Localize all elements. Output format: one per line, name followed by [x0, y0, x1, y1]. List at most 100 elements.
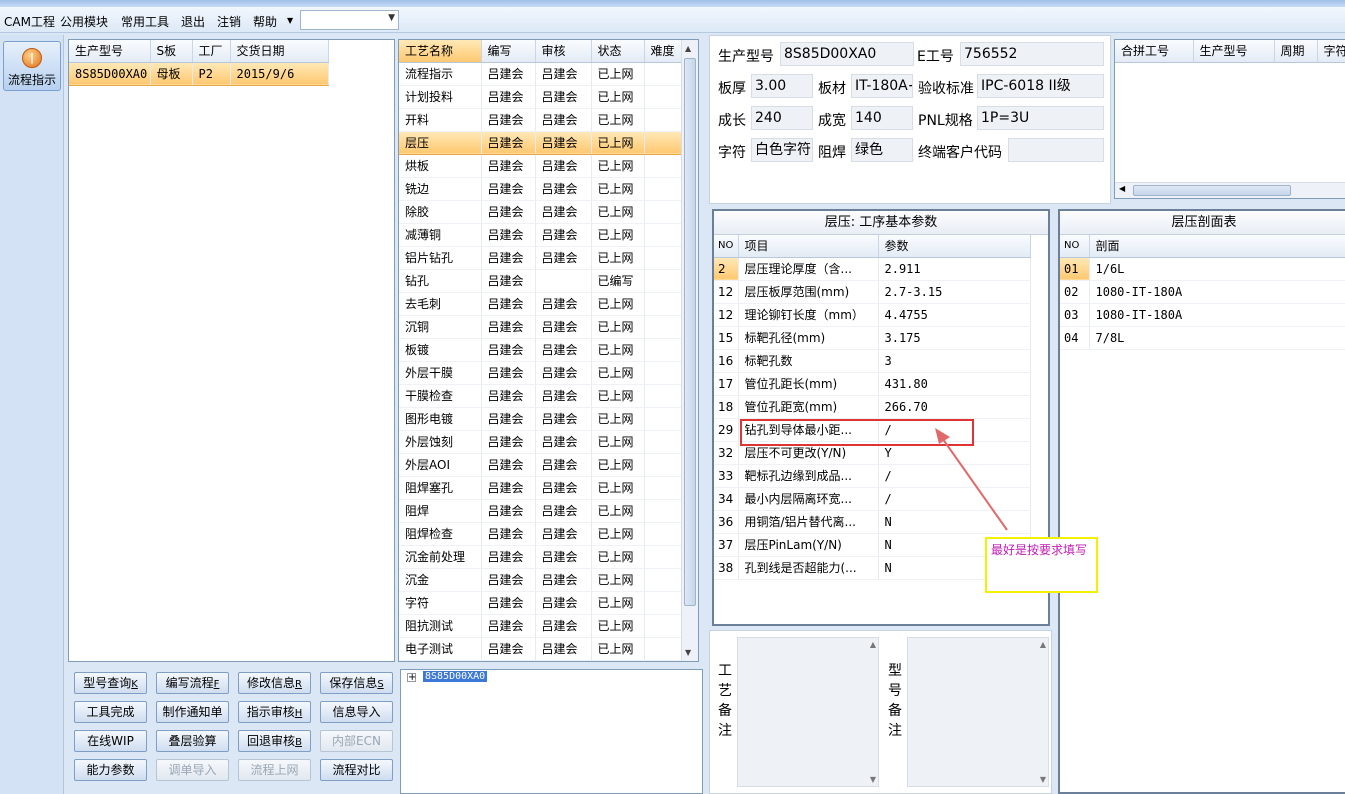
cell-param-no[interactable]: 12: [714, 280, 739, 304]
cell-difficulty[interactable]: [644, 614, 682, 638]
cell-reviewer[interactable]: 吕建会: [535, 108, 592, 132]
cell-writer[interactable]: 吕建会: [481, 292, 536, 316]
mask-field[interactable]: 绿色: [851, 138, 913, 162]
cell-status[interactable]: 已上网: [591, 338, 645, 362]
cell-param-item[interactable]: 最小内层隔离环宽...: [738, 487, 879, 511]
cell-difficulty[interactable]: [644, 154, 682, 178]
cell-writer[interactable]: 吕建会: [481, 338, 536, 362]
cell-reviewer[interactable]: 吕建会: [535, 223, 592, 247]
cell-param-no[interactable]: 37: [714, 533, 739, 557]
scroll-up-icon[interactable]: ▲: [1040, 640, 1046, 649]
cell-reviewer[interactable]: 吕建会: [535, 430, 592, 454]
cell-reviewer[interactable]: 吕建会: [535, 315, 592, 339]
cell-writer[interactable]: 吕建会: [481, 361, 536, 385]
action-button-4[interactable]: 工具完成: [74, 701, 147, 723]
cell-param-value[interactable]: 2.7-3.15: [878, 280, 1031, 304]
table-row[interactable]: 2 层压理论厚度（含... 2.911: [714, 257, 1031, 281]
scroll-up-icon[interactable]: ▲: [870, 640, 876, 649]
cell-writer[interactable]: 吕建会: [481, 269, 536, 293]
cell-process[interactable]: 开料: [399, 108, 482, 132]
col-header-stack-section[interactable]: 剖面: [1089, 235, 1345, 258]
cell-delivery[interactable]: 2015/9/6: [230, 62, 329, 86]
cell-difficulty[interactable]: [644, 338, 682, 362]
cell-stack-no[interactable]: 03: [1060, 303, 1090, 327]
table-row[interactable]: 沉铜 吕建会 吕建会 已上网: [399, 315, 682, 339]
cell-difficulty[interactable]: [644, 591, 682, 615]
table-row[interactable]: 阻抗测试 吕建会 吕建会 已上网: [399, 614, 682, 638]
cell-difficulty[interactable]: [644, 131, 682, 155]
cell-writer[interactable]: 吕建会: [481, 453, 536, 477]
cell-writer[interactable]: 吕建会: [481, 223, 536, 247]
cell-param-item[interactable]: 层压PinLam(Y/N): [738, 533, 879, 557]
cell-reviewer[interactable]: 吕建会: [535, 361, 592, 385]
cell-param-no[interactable]: 17: [714, 372, 739, 396]
cell-writer[interactable]: 吕建会: [481, 154, 536, 178]
cell-reviewer[interactable]: 吕建会: [535, 522, 592, 546]
cell-param-item[interactable]: 标靶孔数: [738, 349, 879, 373]
table-row[interactable]: 去毛刺 吕建会 吕建会 已上网: [399, 292, 682, 316]
cell-prod[interactable]: 8S85D00XA0: [69, 62, 151, 86]
menu-common-tools[interactable]: 常用工具: [121, 13, 169, 30]
table-row[interactable]: 沉金前处理 吕建会 吕建会 已上网: [399, 545, 682, 569]
cell-param-no[interactable]: 12: [714, 303, 739, 327]
cell-difficulty[interactable]: [644, 499, 682, 523]
cell-param-item[interactable]: 理论铆钉长度（mm）: [738, 303, 879, 327]
menu-help-chevron-icon[interactable]: ▼: [287, 16, 293, 25]
col-header-status[interactable]: 状态: [591, 40, 645, 63]
cell-difficulty[interactable]: [644, 361, 682, 385]
table-row[interactable]: 01 1/6L: [1060, 257, 1345, 281]
cell-status[interactable]: 已上网: [591, 591, 645, 615]
table-row[interactable]: 干膜检查 吕建会 吕建会 已上网: [399, 384, 682, 408]
cell-reviewer[interactable]: 吕建会: [535, 407, 592, 431]
mat-field[interactable]: IT-180A+: [851, 74, 913, 98]
cell-param-item[interactable]: 管位孔距宽(mm): [738, 395, 879, 419]
col-header-writer[interactable]: 编写: [481, 40, 536, 63]
cell-reviewer[interactable]: 吕建会: [535, 85, 592, 109]
cell-reviewer[interactable]: 吕建会: [535, 154, 592, 178]
col-header-combo-no[interactable]: 合拼工号: [1115, 40, 1194, 63]
cell-status[interactable]: 已上网: [591, 522, 645, 546]
table-row[interactable]: 15 标靶孔径(mm) 3.175: [714, 326, 1031, 350]
cell-writer[interactable]: 吕建会: [481, 637, 536, 661]
cell-status[interactable]: 已上网: [591, 154, 645, 178]
cell-status[interactable]: 已上网: [591, 246, 645, 270]
cell-difficulty[interactable]: [644, 430, 682, 454]
cell-writer[interactable]: 吕建会: [481, 614, 536, 638]
cell-reviewer[interactable]: 吕建会: [535, 384, 592, 408]
col-header-param-item[interactable]: 项目: [738, 235, 879, 258]
cell-reviewer[interactable]: 吕建会: [535, 591, 592, 615]
cell-param-no[interactable]: 34: [714, 487, 739, 511]
cell-difficulty[interactable]: [644, 292, 682, 316]
cell-status[interactable]: 已上网: [591, 476, 645, 500]
cell-process[interactable]: 流程指示: [399, 62, 482, 86]
cell-param-value[interactable]: 3: [878, 349, 1031, 373]
col-header-difficulty[interactable]: 难度: [644, 40, 682, 63]
cell-process[interactable]: 计划投料: [399, 85, 482, 109]
process-scrollbar[interactable]: ▲ ▼: [681, 40, 698, 661]
cell-process[interactable]: 阻焊检查: [399, 522, 482, 546]
cell-status[interactable]: 已上网: [591, 108, 645, 132]
scroll-up-icon[interactable]: ▲: [685, 44, 691, 53]
table-row[interactable]: 17 管位孔距长(mm) 431.80: [714, 372, 1031, 396]
cell-param-value[interactable]: 2.911: [878, 257, 1031, 281]
wid-field[interactable]: 140: [851, 106, 913, 130]
cell-process[interactable]: 减薄铜: [399, 223, 482, 247]
table-row[interactable]: 减薄铜 吕建会 吕建会 已上网: [399, 223, 682, 247]
cell-stack-no[interactable]: 04: [1060, 326, 1090, 350]
pnl-field[interactable]: 1P=3U: [977, 106, 1104, 130]
cell-writer[interactable]: 吕建会: [481, 131, 536, 155]
cell-status[interactable]: 已上网: [591, 131, 645, 155]
cell-process[interactable]: 铣边: [399, 177, 482, 201]
cell-process[interactable]: 烘板: [399, 154, 482, 178]
col-header-param-value[interactable]: 参数: [878, 235, 1031, 258]
cell-writer[interactable]: 吕建会: [481, 499, 536, 523]
cell-stack-no[interactable]: 02: [1060, 280, 1090, 304]
table-row[interactable]: 电子测试 吕建会 吕建会 已上网: [399, 637, 682, 661]
cell-param-item[interactable]: 管位孔距长(mm): [738, 372, 879, 396]
cell-writer[interactable]: 吕建会: [481, 568, 536, 592]
cell-process[interactable]: 铝片钻孔: [399, 246, 482, 270]
scroll-left-icon[interactable]: ◀: [1119, 184, 1125, 193]
cell-difficulty[interactable]: [644, 62, 682, 86]
cell-stack-no[interactable]: 01: [1060, 257, 1090, 281]
cell-param-item[interactable]: 用铜箔/铝片替代离...: [738, 510, 879, 534]
